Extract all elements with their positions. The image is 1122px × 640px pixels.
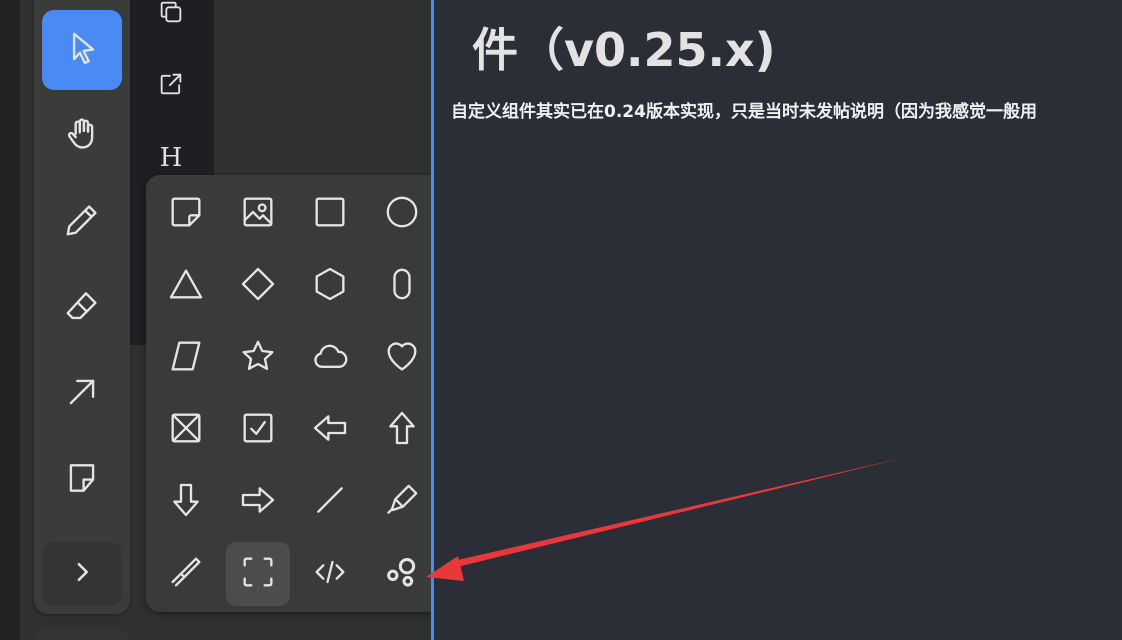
eraser-tool-button[interactable] — [42, 268, 122, 348]
ellipse-icon — [382, 192, 422, 236]
eraser-icon — [63, 287, 101, 329]
diamond-icon — [238, 264, 278, 308]
highlighter-shape-button[interactable] — [370, 470, 434, 534]
embed-shape-button[interactable] — [298, 542, 362, 606]
star-icon — [238, 336, 278, 380]
arrow-up-shape-button[interactable] — [370, 398, 434, 462]
image-shape-button[interactable] — [226, 182, 290, 246]
window-left-edge — [0, 0, 20, 640]
line-icon — [310, 480, 350, 524]
copy-icon — [157, 0, 185, 30]
cloud-icon — [310, 336, 350, 380]
oval-shape-button[interactable] — [370, 254, 434, 318]
triangle-icon — [166, 264, 206, 308]
arrow-icon — [63, 373, 101, 415]
star-shape-button[interactable] — [226, 326, 290, 390]
trapezoid-icon — [166, 336, 206, 380]
note-icon — [166, 192, 206, 236]
custom-shapes-icon — [382, 552, 422, 596]
hexagon-shape-button[interactable] — [298, 254, 362, 318]
custom-shapes-button[interactable] — [370, 542, 434, 606]
main-toolbar — [34, 0, 130, 614]
note-tool-button[interactable] — [42, 440, 122, 520]
draw-tool-button[interactable] — [42, 182, 122, 262]
hand-tool-button[interactable] — [42, 96, 122, 176]
x-box-shape-button[interactable] — [154, 398, 218, 462]
select-tool-button[interactable] — [42, 10, 122, 90]
ellipse-shape-button[interactable] — [370, 182, 434, 246]
line-shape-button[interactable] — [298, 470, 362, 534]
diamond-shape-button[interactable] — [226, 254, 290, 318]
x-box-icon — [166, 408, 206, 452]
open-external-button[interactable] — [150, 65, 192, 107]
arrow-up-icon — [382, 408, 422, 452]
arrow-right-shape-button[interactable] — [226, 470, 290, 534]
laser-shape-button[interactable] — [154, 542, 218, 606]
check-box-shape-button[interactable] — [226, 398, 290, 462]
embed-icon — [310, 552, 350, 596]
laser-icon — [166, 552, 206, 596]
document-heading: 件（v0.25.x) — [472, 23, 776, 77]
arrow-tool-button[interactable] — [42, 354, 122, 434]
document-pane: 件（v0.25.x) 自定义组件其实已在0.24版本实现，只是当时未发帖说明（因… — [434, 0, 1122, 640]
external-link-icon — [157, 70, 185, 102]
trapezoid-shape-button[interactable] — [154, 326, 218, 390]
arrow-down-shape-button[interactable] — [154, 470, 218, 534]
document-paragraph: 自定义组件其实已在0.24版本实现，只是当时未发帖说明（因为我感觉一般用 — [451, 102, 1037, 122]
frame-icon — [238, 552, 278, 596]
triangle-shape-button[interactable] — [154, 254, 218, 318]
hexagon-icon — [310, 264, 350, 308]
arrow-down-icon — [166, 480, 206, 524]
chevron-right-icon — [63, 553, 101, 595]
image-icon — [238, 192, 278, 236]
frame-shape-button[interactable] — [226, 542, 290, 606]
rectangle-shape-button[interactable] — [298, 182, 362, 246]
heading-button[interactable]: H — [150, 137, 192, 179]
highlighter-icon — [382, 480, 422, 524]
note-shape-button[interactable] — [154, 182, 218, 246]
hand-icon — [63, 115, 101, 157]
heart-shape-button[interactable] — [370, 326, 434, 390]
cloud-shape-button[interactable] — [298, 326, 362, 390]
pencil-icon — [63, 201, 101, 243]
rectangle-icon — [310, 192, 350, 236]
cursor-icon — [63, 29, 101, 71]
toolbar-secondary — [36, 628, 128, 640]
check-box-icon — [238, 408, 278, 452]
note-icon — [63, 459, 101, 501]
shapes-panel — [146, 175, 442, 612]
arrow-left-icon — [310, 408, 350, 452]
heading-icon: H — [159, 143, 183, 173]
arrow-left-shape-button[interactable] — [298, 398, 362, 462]
more-tools-button[interactable] — [42, 542, 122, 606]
arrow-right-icon — [238, 480, 278, 524]
oval-icon — [382, 264, 422, 308]
copy-button[interactable] — [150, 0, 192, 35]
heart-icon — [382, 336, 422, 380]
